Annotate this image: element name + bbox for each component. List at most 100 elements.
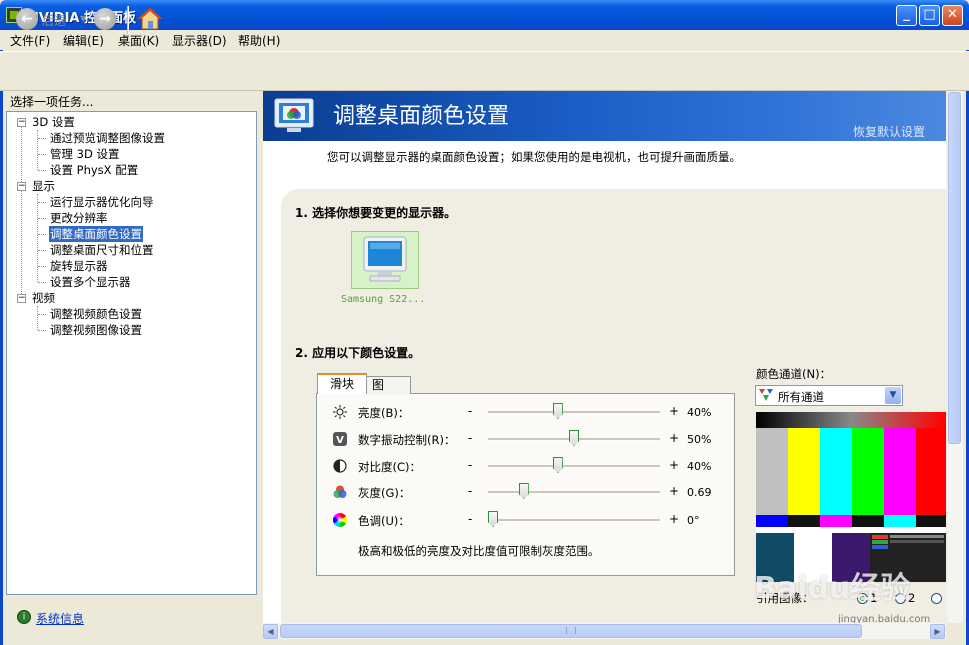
contrast-icon	[333, 459, 347, 473]
tree-line	[38, 330, 46, 331]
tree-node-display[interactable]: 显示	[32, 178, 55, 194]
tree-line	[38, 234, 46, 235]
gamma-decrease[interactable]: -	[468, 484, 472, 498]
tree-line	[38, 250, 46, 251]
tree-item-display-wizard[interactable]: 运行显示器优化向导	[50, 194, 154, 210]
page-title: 调整桌面颜色设置	[333, 104, 510, 129]
system-info-icon[interactable]: i	[17, 610, 31, 624]
gamma-slider-track[interactable]	[488, 491, 660, 494]
brightness-label: 亮度(B)：	[358, 406, 410, 420]
tree-line	[38, 154, 46, 155]
tree-line	[38, 266, 46, 267]
tree-line	[38, 314, 46, 315]
tree-line	[38, 170, 46, 171]
brightness-decrease[interactable]: -	[468, 404, 472, 418]
gamma-increase[interactable]: +	[669, 484, 679, 498]
menu-desktop[interactable]: 桌面(K)	[118, 32, 159, 49]
digital-vibrance-increase[interactable]: +	[669, 431, 679, 445]
tree-item-multiple-displays[interactable]: 设置多个显示器	[50, 274, 131, 290]
back-arrow-icon[interactable]: ←	[16, 8, 38, 30]
task-tree: − 3D 设置 通过预览调整图像设置 管理 3D 设置 设置 PhysX 配置 …	[6, 111, 257, 595]
gamma-value: 0.69	[687, 486, 712, 499]
brightness-value: 40%	[687, 406, 712, 419]
tree-item-desktop-size[interactable]: 调整桌面尺寸和位置	[50, 242, 154, 258]
tree-item-video-image[interactable]: 调整视频图像设置	[50, 322, 142, 338]
chevron-down-icon[interactable]: ▼	[885, 387, 901, 404]
hue-increase[interactable]: +	[669, 512, 679, 526]
minimize-button[interactable]: _	[896, 5, 917, 26]
color-channel-value: 所有通道	[778, 390, 824, 404]
tree-line	[21, 126, 22, 298]
vertical-scrollbar-thumb[interactable]	[948, 92, 961, 444]
task-label: 选择一项任务...	[10, 95, 94, 109]
monitor-label[interactable]: Samsung S22...	[341, 294, 425, 305]
tree-node-3d-settings[interactable]: 3D 设置	[32, 114, 75, 130]
tree-collapse-video[interactable]: −	[17, 294, 26, 303]
tree-line	[38, 282, 46, 283]
tab-graph[interactable]: 图	[365, 376, 411, 394]
tree-line	[37, 194, 38, 282]
digital-vibrance-decrease[interactable]: -	[468, 431, 472, 445]
hue-value: 0°	[687, 514, 700, 527]
color-channel-label: 颜色通道(N)：	[756, 367, 832, 381]
range-hint-text: 极高和极低的亮度及对比度值可限制灰度范围。	[358, 544, 600, 558]
tree-node-video[interactable]: 视频	[32, 290, 55, 306]
maximize-button[interactable]: □	[919, 5, 940, 26]
tree-collapse-3d[interactable]: −	[17, 118, 26, 127]
hue-slider-track[interactable]	[488, 519, 660, 522]
restore-defaults-link[interactable]: 恢复默认设置	[853, 123, 925, 140]
close-button[interactable]: ✕	[942, 5, 963, 26]
tab-slider[interactable]: 滑块	[317, 373, 367, 394]
forward-arrow-icon[interactable]: →	[94, 8, 116, 30]
reference-radio-3[interactable]	[931, 593, 942, 604]
contrast-slider-track[interactable]	[488, 465, 660, 468]
digital-vibrance-value: 50%	[687, 433, 712, 446]
hue-label: 色调(U)：	[358, 514, 410, 528]
menu-help[interactable]: 帮助(H)	[238, 32, 280, 49]
tree-line	[37, 130, 38, 170]
tree-item-rotate-display[interactable]: 旋转显示器	[50, 258, 108, 274]
window-border-left	[0, 30, 3, 645]
system-info-link[interactable]: 系统信息	[36, 610, 84, 627]
tree-item-manage-3d[interactable]: 管理 3D 设置	[50, 146, 119, 162]
menu-edit[interactable]: 编辑(E)	[63, 32, 104, 49]
tree-item-physx[interactable]: 设置 PhysX 配置	[50, 162, 138, 178]
reference-test-image	[756, 412, 946, 582]
step2-heading: 2. 应用以下颜色设置。	[295, 346, 421, 360]
tree-line	[37, 306, 38, 330]
contrast-decrease[interactable]: -	[468, 458, 472, 472]
tree-item-desktop-color-selected[interactable]: 调整桌面颜色设置	[49, 226, 143, 242]
desktop-color-monitor-icon	[274, 98, 314, 132]
hue-icon	[333, 513, 347, 527]
brightness-icon	[333, 405, 347, 419]
brightness-slider-track[interactable]	[488, 411, 660, 414]
toolbar-separator	[127, 6, 129, 34]
digital-vibrance-icon: V	[333, 432, 347, 446]
scroll-right-arrow-icon[interactable]: ▶	[930, 624, 945, 639]
tree-collapse-display[interactable]: −	[17, 182, 26, 191]
tree-item-video-color[interactable]: 调整视频颜色设置	[50, 306, 142, 322]
digital-vibrance-label: 数字振动控制(R)：	[358, 433, 456, 447]
menu-bar: 文件(F) 编辑(E) 桌面(K) 显示器(D) 帮助(H)	[0, 30, 969, 50]
hue-decrease[interactable]: -	[468, 512, 472, 526]
scrollbar-grip	[566, 627, 576, 634]
tree-item-change-resolution[interactable]: 更改分辨率	[50, 210, 108, 226]
color-channel-dropdown[interactable]: 所有通道 ▼	[755, 385, 903, 406]
menu-file[interactable]: 文件(F)	[10, 32, 50, 49]
baidu-watermark: Baidu经验	[754, 571, 911, 606]
svg-text:V: V	[336, 435, 344, 446]
tree-item-preview-image-settings[interactable]: 通过预览调整图像设置	[50, 130, 165, 146]
back-button-label[interactable]: 后退	[42, 12, 66, 29]
brightness-increase[interactable]: +	[669, 404, 679, 418]
content-pane: 调整桌面颜色设置 恢复默认设置 您可以调整显示器的桌面颜色设置；如果您使用的是电…	[263, 91, 946, 623]
scroll-left-arrow-icon[interactable]: ◀	[263, 624, 278, 639]
menu-display[interactable]: 显示器(D)	[172, 32, 227, 49]
contrast-increase[interactable]: +	[669, 458, 679, 472]
monitor-selector[interactable]	[351, 231, 419, 289]
home-icon[interactable]	[137, 6, 163, 32]
all-channels-icon	[759, 389, 773, 401]
page-description: 您可以调整显示器的桌面颜色设置；如果您使用的是电视机，也可提升画面质量。	[327, 150, 741, 164]
gamma-label: 灰度(G)：	[358, 486, 411, 500]
back-dropdown-icon[interactable]: ▼	[80, 14, 86, 23]
tree-line	[38, 202, 46, 203]
